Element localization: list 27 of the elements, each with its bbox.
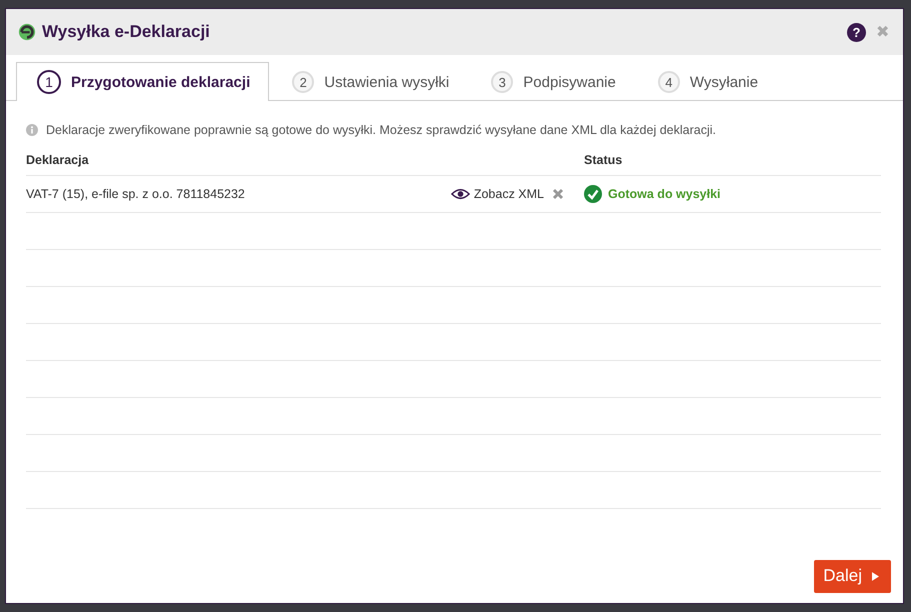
step-label: Ustawienia wysyłki <box>324 74 450 90</box>
step-number: 2 <box>292 71 314 93</box>
help-button[interactable]: ? <box>847 22 866 42</box>
step-tab[interactable]: 4 Wysyłanie <box>636 62 778 101</box>
info-icon <box>26 124 38 136</box>
check-icon <box>584 185 602 203</box>
view-xml-link[interactable]: Zobacz XML <box>450 187 544 201</box>
remove-icon[interactable] <box>552 188 564 200</box>
info-text: Deklaracje zweryfikowane poprawnie są gotowe do wysyłki. Możesz sprawdzić wysyłane dane XML dla każdej deklaracji. <box>46 123 716 137</box>
window-title: Wysyłka e-Deklaracji <box>42 22 210 42</box>
table-cell: VAT-7 (15), e-file sp. z o.o. 7811845232 <box>26 187 245 201</box>
step-number: 1 <box>37 70 61 94</box>
step-label: Podpisywanie <box>523 74 616 90</box>
step-tab[interactable]: 3 Podpisywanie <box>470 62 635 101</box>
column-header: Status <box>584 153 622 167</box>
eye-icon <box>450 188 470 200</box>
step-label: Wysyłanie <box>690 74 758 90</box>
step-number: 3 <box>491 71 514 93</box>
logo-icon <box>18 23 36 41</box>
step-tab[interactable]: 1 Przygotowanie deklaracji <box>16 62 270 101</box>
step-label: Przygotowanie deklaracji <box>71 74 250 90</box>
column-header: Deklaracja <box>26 153 89 167</box>
status-text: Gotowa do wysyłki <box>608 187 721 201</box>
play-icon <box>872 572 879 580</box>
next-button[interactable]: Dalej <box>814 560 891 593</box>
step-tab[interactable]: 2 Ustawienia wysyłki <box>271 62 468 101</box>
step-number: 4 <box>658 71 680 93</box>
